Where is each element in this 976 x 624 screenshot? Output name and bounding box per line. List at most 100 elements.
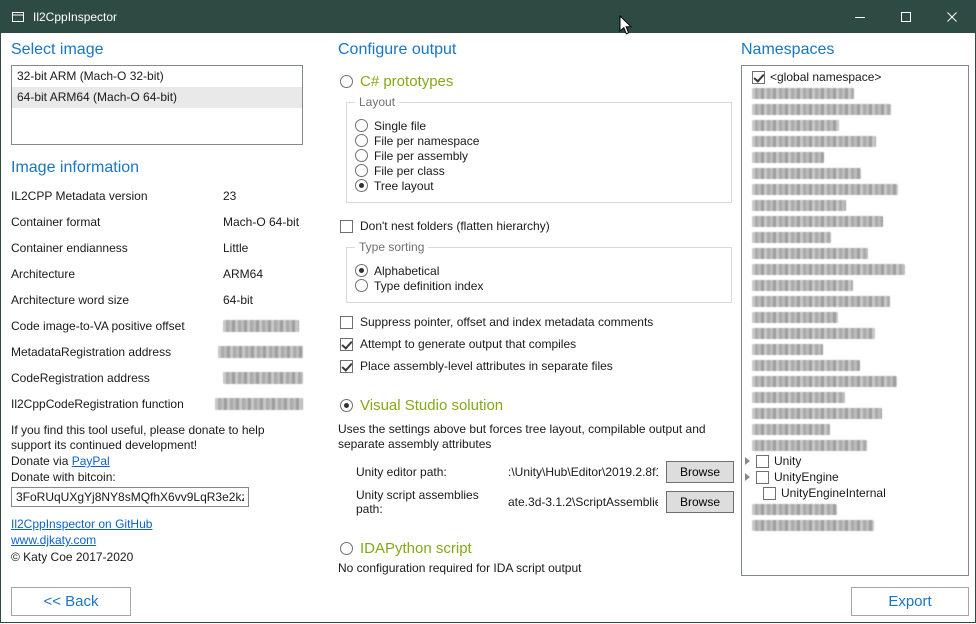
namespace-item[interactable] xyxy=(742,245,968,261)
namespace-item[interactable]: Unity xyxy=(742,453,968,469)
layout-option[interactable]: File per assembly xyxy=(355,148,723,163)
output-checkbox[interactable] xyxy=(340,360,353,373)
unity-script-browse-button[interactable]: Browse xyxy=(666,491,734,513)
redacted-namespace xyxy=(752,280,853,291)
redacted-namespace xyxy=(752,296,890,307)
namespace-item[interactable] xyxy=(742,325,968,341)
redacted-namespace xyxy=(752,408,882,419)
namespace-item[interactable] xyxy=(742,149,968,165)
bitcoin-address-field[interactable] xyxy=(11,487,249,507)
titlebar: Il2CppInspector xyxy=(1,1,975,33)
namespace-item[interactable]: UnityEngineInternal xyxy=(742,485,968,501)
namespace-checkbox[interactable] xyxy=(756,471,769,484)
type-sorting-options: AlphabeticalType definition index xyxy=(355,263,723,293)
paypal-link[interactable]: PayPal xyxy=(72,454,110,468)
idapython-radio[interactable] xyxy=(340,542,353,555)
back-button[interactable]: << Back xyxy=(11,587,131,616)
namespace-item[interactable] xyxy=(742,133,968,149)
image-info-row: Architecture word size64-bit xyxy=(11,287,303,313)
idapython-label: IDAPython script xyxy=(360,540,472,557)
layout-option[interactable]: Tree layout xyxy=(355,178,723,193)
type-sorting-option[interactable]: Alphabetical xyxy=(355,263,723,278)
namespace-item[interactable] xyxy=(742,101,968,117)
namespace-checkbox[interactable] xyxy=(763,487,776,500)
layout-radio[interactable] xyxy=(355,149,368,162)
namespace-item[interactable] xyxy=(742,229,968,245)
unity-script-path-row: Unity script assemblies path: ate.3d-3.1… xyxy=(338,490,734,514)
redacted-namespace xyxy=(752,440,867,451)
layout-radio[interactable] xyxy=(355,119,368,132)
image-info-row: ArchitectureARM64 xyxy=(11,261,303,287)
redacted-namespace xyxy=(752,520,874,531)
namespace-checkbox[interactable] xyxy=(752,71,765,84)
website-link[interactable]: www.djkaty.com xyxy=(11,533,303,547)
namespace-item[interactable] xyxy=(742,117,968,133)
idapython-option[interactable]: IDAPython script xyxy=(338,540,734,557)
csharp-prototypes-option[interactable]: C# prototypes xyxy=(338,73,734,90)
configure-output-panel: Configure output C# prototypes Layout Si… xyxy=(338,33,734,624)
layout-radio[interactable] xyxy=(355,134,368,147)
visual-studio-radio[interactable] xyxy=(340,399,353,412)
layout-radio[interactable] xyxy=(355,164,368,177)
namespace-item[interactable] xyxy=(742,197,968,213)
namespace-item[interactable] xyxy=(742,517,968,533)
namespace-item[interactable] xyxy=(742,85,968,101)
image-info-row: MetadataRegistration address xyxy=(11,339,303,365)
image-info-row: Container endiannessLittle xyxy=(11,235,303,261)
flatten-checkbox[interactable] xyxy=(340,220,353,233)
flatten-checkbox-label: Don't nest folders (flatten hierarchy) xyxy=(360,219,550,233)
namespace-item[interactable] xyxy=(742,261,968,277)
namespace-item[interactable] xyxy=(742,293,968,309)
expander-icon[interactable] xyxy=(745,457,750,465)
image-listbox[interactable]: 32-bit ARM (Mach-O 32-bit)64-bit ARM64 (… xyxy=(11,65,303,145)
image-list-item[interactable]: 64-bit ARM64 (Mach-O 64-bit) xyxy=(12,87,302,108)
redacted-namespace xyxy=(752,136,876,147)
minimize-button[interactable] xyxy=(837,1,883,33)
namespace-item[interactable]: <global namespace> xyxy=(742,69,968,85)
expander-icon[interactable] xyxy=(745,473,750,481)
namespace-item[interactable] xyxy=(742,437,968,453)
maximize-button[interactable] xyxy=(883,1,929,33)
layout-radio[interactable] xyxy=(355,179,368,192)
image-list-item[interactable]: 32-bit ARM (Mach-O 32-bit) xyxy=(12,66,302,87)
layout-option[interactable]: Single file xyxy=(355,118,723,133)
image-info-row: Container formatMach-O 64-bit xyxy=(11,209,303,235)
namespace-item[interactable] xyxy=(742,341,968,357)
redacted-namespace xyxy=(752,168,861,179)
namespace-item[interactable] xyxy=(742,501,968,517)
output-checkbox-row[interactable]: Attempt to generate output that compiles xyxy=(338,335,734,353)
namespace-item[interactable] xyxy=(742,277,968,293)
namespace-item[interactable]: UnityEngine xyxy=(742,469,968,485)
visual-studio-option[interactable]: Visual Studio solution xyxy=(338,397,734,414)
namespace-item[interactable] xyxy=(742,421,968,437)
namespace-item[interactable] xyxy=(742,213,968,229)
info-value: Little xyxy=(223,241,248,255)
output-checkbox[interactable] xyxy=(340,316,353,329)
donate-bitcoin-label: Donate with bitcoin: xyxy=(11,469,303,485)
export-button[interactable]: Export xyxy=(851,587,969,616)
image-info-row: Code image-to-VA positive offset xyxy=(11,313,303,339)
namespace-item[interactable] xyxy=(742,405,968,421)
github-link[interactable]: Il2CppInspector on GitHub xyxy=(11,517,303,531)
layout-option[interactable]: File per namespace xyxy=(355,133,723,148)
close-button[interactable] xyxy=(929,1,975,33)
unity-editor-browse-button[interactable]: Browse xyxy=(666,461,734,483)
namespace-listbox[interactable]: <global namespace> UnityUnityEngineUnityE… xyxy=(741,65,969,576)
namespace-checkbox[interactable] xyxy=(756,455,769,468)
output-checkbox-row[interactable]: Place assembly-level attributes in separ… xyxy=(338,357,734,375)
output-checkbox[interactable] xyxy=(340,338,353,351)
type-sorting-radio[interactable] xyxy=(355,279,368,292)
namespace-item[interactable] xyxy=(742,373,968,389)
flatten-checkbox-row[interactable]: Don't nest folders (flatten hierarchy) xyxy=(338,217,734,235)
namespace-item[interactable] xyxy=(742,357,968,373)
namespace-item[interactable] xyxy=(742,165,968,181)
csharp-prototypes-radio[interactable] xyxy=(340,75,353,88)
layout-option[interactable]: File per class xyxy=(355,163,723,178)
namespace-item[interactable] xyxy=(742,309,968,325)
namespace-item[interactable] xyxy=(742,181,968,197)
type-sorting-option[interactable]: Type definition index xyxy=(355,278,723,293)
output-checkbox-row[interactable]: Suppress pointer, offset and index metad… xyxy=(338,313,734,331)
namespace-item[interactable] xyxy=(742,389,968,405)
namespaces-panel: Namespaces <global namespace>UnityUnityE… xyxy=(741,33,969,624)
type-sorting-radio[interactable] xyxy=(355,264,368,277)
